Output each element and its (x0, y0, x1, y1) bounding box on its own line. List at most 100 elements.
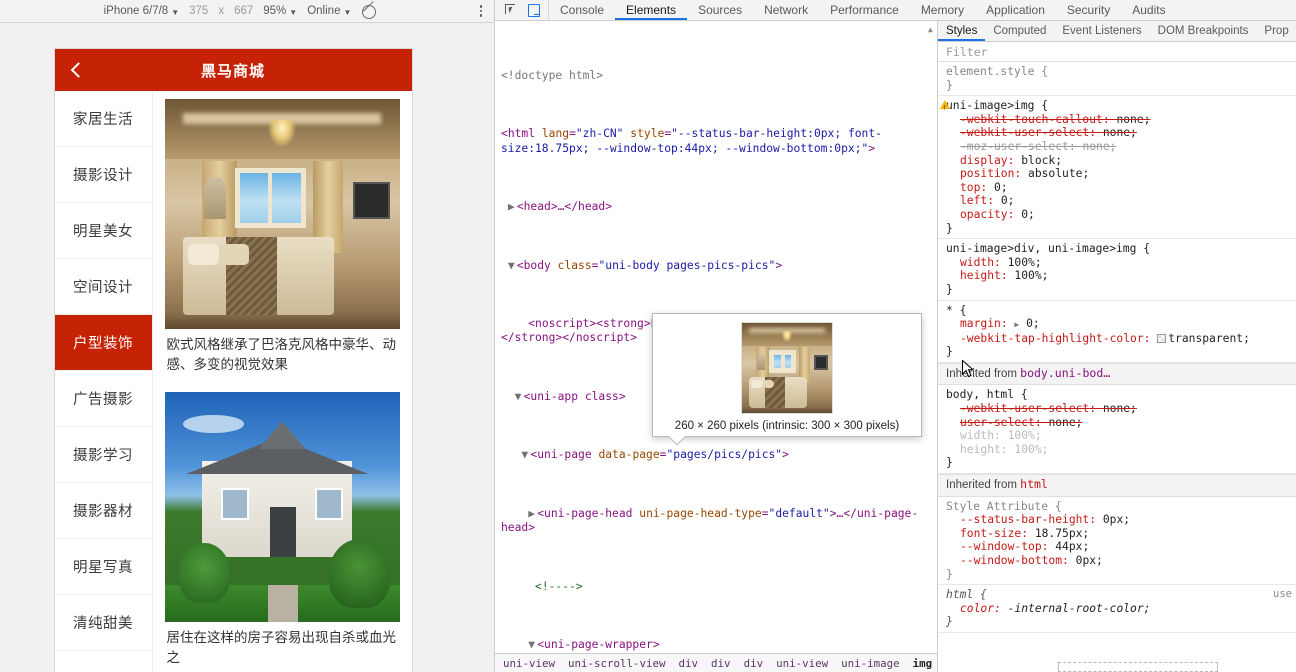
css-property[interactable]: height: 100%; (946, 269, 1296, 283)
css-rule-element-style[interactable]: element.style { } (938, 62, 1296, 97)
tab-application[interactable]: Application (975, 0, 1056, 20)
dom-line-html[interactable]: <html lang="zh-CN" style="--status-bar-h… (501, 127, 937, 156)
category-item[interactable]: 摄影器材 (54, 483, 152, 539)
no-throttling-icon[interactable] (356, 4, 381, 19)
dom-line-head[interactable]: ▶ <head>…</head> (501, 200, 937, 215)
breadcrumb-item-active[interactable]: img (913, 657, 933, 670)
css-property[interactable]: font-size: 18.75px; (946, 527, 1296, 541)
css-property[interactable]: opacity: 0; (946, 208, 1296, 222)
css-rules-list[interactable]: element.style { } uni-image>img { -webki… (938, 62, 1296, 672)
css-property[interactable]: -webkit-touch-callout: none; (946, 113, 1296, 127)
breadcrumb-item[interactable]: uni-view (503, 657, 555, 670)
css-rule-uni-image-div-img[interactable]: uni-image>div, uni-image>img { width: 10… (938, 239, 1296, 301)
category-item[interactable]: 清纯甜美 (54, 595, 152, 651)
css-property[interactable]: top: 0; (946, 181, 1296, 195)
tab-memory[interactable]: Memory (910, 0, 975, 20)
css-property[interactable]: height: 100%; (946, 443, 1296, 457)
css-property[interactable]: --window-bottom: 0px; (946, 554, 1296, 568)
dom-line-body[interactable]: ▼ <body class="uni-body pages-pics-pics"> (501, 259, 937, 274)
css-rule-universal[interactable]: * { margin: ▶ 0; -webkit-tap-highlight-c… (938, 301, 1296, 363)
dom-breadcrumb[interactable]: uni-view uni-scroll-view div div div uni… (495, 653, 937, 672)
collapse-arrow-icon[interactable]: ▼ (528, 638, 537, 653)
dom-line-comment-1[interactable]: <!----> (501, 580, 937, 595)
dom-line-uni-page-wrapper[interactable]: ▼ <uni-page-wrapper> (501, 638, 937, 653)
tab-event-listeners[interactable]: Event Listeners (1054, 21, 1149, 41)
category-item[interactable]: 广告摄影 (54, 371, 152, 427)
throttling-select[interactable]: Online ▼ (302, 5, 356, 17)
inherited-target[interactable]: html (1020, 477, 1048, 491)
inspect-element-icon[interactable] (505, 3, 518, 17)
tab-dom-breakpoints[interactable]: DOM Breakpoints (1150, 21, 1257, 41)
category-list[interactable]: 家居生活 摄影设计 明星美女 空间设计 户型装饰 广告摄影 摄影学习 摄影器材 … (54, 91, 153, 672)
css-rule-body-html[interactable]: body, html { -webkit-user-select: none; … (938, 385, 1296, 475)
collapse-arrow-icon[interactable]: ▼ (508, 259, 517, 274)
device-select[interactable]: iPhone 6/7/8 ▼ (99, 5, 185, 17)
css-property[interactable]: --status-bar-height: 0px; (946, 513, 1296, 527)
category-item[interactable]: 明星美女 (54, 203, 152, 259)
css-property[interactable]: user-select: none; (946, 416, 1296, 430)
tab-network[interactable]: Network (753, 0, 819, 20)
breadcrumb-item[interactable]: div (711, 657, 731, 670)
expand-arrow-icon[interactable]: ▶ (508, 200, 517, 215)
css-property[interactable]: width: 100%; (946, 429, 1296, 443)
color-swatch-icon[interactable] (1157, 333, 1167, 343)
css-property[interactable]: -webkit-tap-highlight-color: transparent… (946, 332, 1296, 346)
picture-card[interactable]: 居住在这样的房子容易出现自杀或血光之 (153, 384, 412, 672)
breadcrumb-item[interactable]: div (679, 657, 699, 670)
category-item[interactable]: 明星写真 (54, 539, 152, 595)
css-rule-style-attribute[interactable]: Style Attribute { --status-bar-height: 0… (938, 497, 1296, 586)
tab-properties[interactable]: Prop (1256, 21, 1296, 41)
category-item[interactable]: 家居生活 (54, 91, 152, 147)
category-item[interactable]: 空间设计 (54, 259, 152, 315)
category-item-active[interactable]: 户型装饰 (54, 315, 152, 371)
expand-arrow-icon[interactable]: ▶ (1014, 320, 1019, 329)
tab-styles[interactable]: Styles (938, 21, 985, 41)
css-property[interactable]: --window-top: 44px; (946, 540, 1296, 554)
breadcrumb-item[interactable]: uni-scroll-view (568, 657, 666, 670)
styles-pane: Styles Computed Event Listeners DOM Brea… (938, 21, 1296, 672)
device-toolbar-icon[interactable] (528, 3, 540, 17)
css-property[interactable]: color: -internal-root-color; (946, 602, 1296, 616)
css-property[interactable]: left: 0; (946, 194, 1296, 208)
css-rule-uni-image-img[interactable]: uni-image>img { -webkit-touch-callout: n… (938, 96, 1296, 240)
picture-list[interactable]: 欧式风格继承了巴洛克风格中豪华、动感、多变的视觉效果 居住在这样的房子容易出现自… (153, 91, 412, 672)
css-property[interactable]: margin: ▶ 0; (946, 317, 1296, 332)
breadcrumb-item[interactable]: uni-view (776, 657, 828, 670)
expand-arrow-icon[interactable]: ▶ (528, 507, 537, 522)
tab-console[interactable]: Console (549, 0, 615, 20)
picture-thumbnail-bedroom[interactable] (164, 99, 400, 329)
css-rule-source-link[interactable]: use (1273, 588, 1292, 602)
viewport-width-input[interactable]: 375 (184, 5, 213, 17)
dom-tree-scrollbar[interactable]: ▲ ▼ (927, 23, 936, 653)
css-property[interactable]: position: absolute; (946, 167, 1296, 181)
breadcrumb-item[interactable]: div (744, 657, 764, 670)
devtools-tabbar: Console Elements Sources Network Perform… (495, 0, 1296, 21)
back-chevron-icon[interactable] (70, 62, 86, 78)
tab-computed[interactable]: Computed (985, 21, 1054, 41)
tab-performance[interactable]: Performance (819, 0, 910, 20)
css-property[interactable]: width: 100%; (946, 256, 1296, 270)
picture-card[interactable]: 欧式风格继承了巴洛克风格中豪华、动感、多变的视觉效果 (153, 91, 412, 384)
tab-security[interactable]: Security (1056, 0, 1121, 20)
css-property[interactable]: -webkit-user-select: none; (946, 402, 1296, 416)
dom-line-uni-page-head[interactable]: ▶ <uni-page-head uni-page-head-type="defa… (501, 507, 937, 536)
category-item[interactable]: 摄影设计 (54, 147, 152, 203)
tab-elements[interactable]: Elements (615, 0, 687, 20)
viewport-height-input[interactable]: 667 (229, 5, 258, 17)
styles-filter-input[interactable]: Filter (938, 42, 1296, 62)
collapse-arrow-icon[interactable]: ▼ (515, 390, 524, 405)
breadcrumb-item[interactable]: uni-image (841, 657, 900, 670)
zoom-select[interactable]: 95% ▼ (258, 5, 302, 17)
tab-sources[interactable]: Sources (687, 0, 753, 20)
dom-line-doctype[interactable]: <!doctype html> (501, 69, 937, 84)
picture-thumbnail-house[interactable] (164, 391, 400, 622)
inherited-target[interactable]: body.uni-bod… (1020, 366, 1110, 380)
tab-audits[interactable]: Audits (1121, 0, 1176, 20)
css-property[interactable]: -moz-user-select: none; (946, 140, 1296, 154)
device-toolbar-more-icon[interactable] (474, 5, 488, 17)
dom-line-uni-page[interactable]: ▼ <uni-page data-page="pages/pics/pics"> (501, 448, 937, 463)
css-property[interactable]: -webkit-user-select: none; (946, 126, 1296, 140)
css-property[interactable]: display: block; (946, 154, 1296, 168)
css-rule-html[interactable]: html { use color: -internal-root-color; … (938, 585, 1296, 633)
category-item[interactable]: 摄影学习 (54, 427, 152, 483)
